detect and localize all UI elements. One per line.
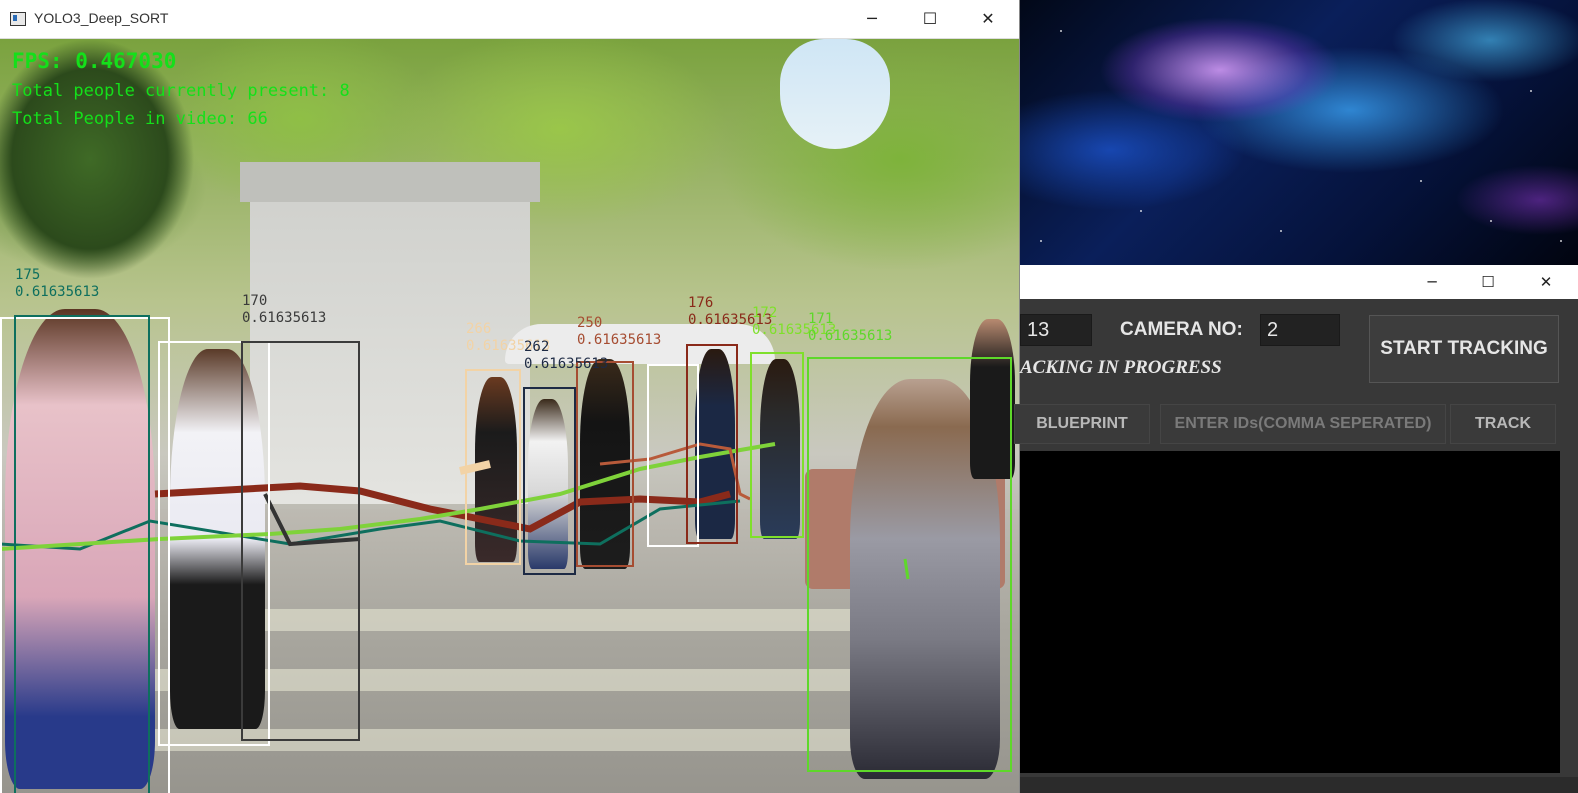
detection-label: 175 0.61635613 xyxy=(15,267,100,300)
control-panel: 13 CAMERA NO: 2 START TRACKING ACKING IN… xyxy=(1014,299,1578,793)
maximize-button[interactable]: ☐ xyxy=(1462,265,1514,299)
control-window-titlebar[interactable]: ─ ☐ ✕ xyxy=(1020,265,1578,299)
close-button[interactable]: ✕ xyxy=(959,0,1017,38)
bounding-box xyxy=(241,341,360,741)
people-present-readout: Total people currently present: 8 xyxy=(12,81,350,101)
close-button[interactable]: ✕ xyxy=(1520,265,1572,299)
detection-label: 171 0.61635613 xyxy=(808,311,893,344)
cut-off-input[interactable]: 13 xyxy=(1020,314,1092,346)
detection-label: 170 0.61635613 xyxy=(242,293,327,326)
people-total-readout: Total People in video: 66 xyxy=(12,109,268,129)
bounding-box xyxy=(465,369,521,565)
detection-label: 250 0.61635613 xyxy=(577,315,662,348)
camera-number-input[interactable]: 2 xyxy=(1260,314,1340,346)
track-button[interactable]: TRACK xyxy=(1450,404,1556,444)
maximize-button[interactable]: ☐ xyxy=(901,0,959,38)
bounding-box xyxy=(686,344,738,544)
horizontal-scrollbar[interactable] xyxy=(1020,777,1578,793)
app-window-icon xyxy=(10,12,26,26)
blueprint-button[interactable]: BLUEPRINT xyxy=(1014,404,1150,444)
camera-label: CAMERA NO: xyxy=(1120,319,1243,340)
bounding-box xyxy=(807,357,1012,772)
bounding-box xyxy=(523,387,576,575)
video-window: YOLO3_Deep_SORT ─ ☐ ✕ 175 0.61635613 170… xyxy=(0,0,1020,793)
ids-input[interactable]: ENTER IDs(COMMA SEPERATED) xyxy=(1160,404,1446,444)
tracking-status: ACKING IN PROGRESS xyxy=(1020,357,1222,378)
start-tracking-button[interactable]: START TRACKING xyxy=(1369,315,1559,383)
tracking-control-window: ─ ☐ ✕ 13 CAMERA NO: 2 START TRACKING ACK… xyxy=(1014,265,1578,793)
bounding-box xyxy=(576,361,634,567)
tracking-display-area xyxy=(1020,451,1560,773)
fps-readout: FPS: 0.467030 xyxy=(12,49,177,73)
video-frame: 175 0.61635613 170 0.61635613 266 0.6163… xyxy=(0,39,1019,793)
bounding-box xyxy=(750,352,804,538)
video-window-titlebar[interactable]: YOLO3_Deep_SORT ─ ☐ ✕ xyxy=(0,0,1019,39)
minimize-button[interactable]: ─ xyxy=(1406,265,1458,299)
minimize-button[interactable]: ─ xyxy=(843,0,901,38)
bounding-box xyxy=(14,315,150,793)
desktop-wallpaper xyxy=(1020,0,1578,265)
window-title: YOLO3_Deep_SORT xyxy=(34,10,169,26)
